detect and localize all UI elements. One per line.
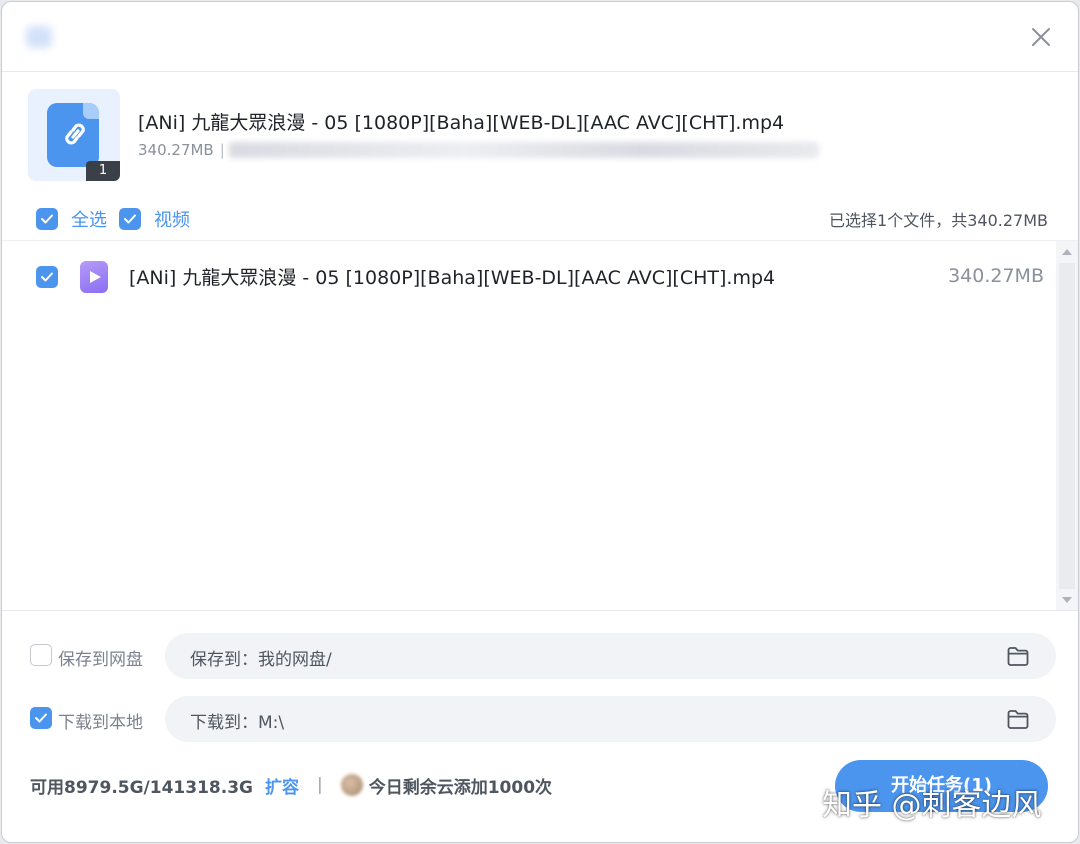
task-title: [ANi] 九龍大眾浪漫 - 05 [1080P][Baha][WEB-DL][…: [138, 112, 785, 134]
file-checkbox[interactable]: [36, 266, 58, 288]
save-to-cloud-checkbox[interactable]: [30, 644, 52, 666]
file-count-badge: 1: [86, 161, 120, 181]
task-meta: 340.27MB |: [138, 141, 819, 159]
local-path-field[interactable]: 下载到：M:\: [165, 696, 1056, 742]
download-local-row: 下载到本地 下载到：M:\: [30, 696, 1056, 742]
scroll-down-arrow-icon[interactable]: [1062, 597, 1072, 603]
save-to-cloud-row: 保存到网盘 保存到：我的网盘/: [30, 633, 1056, 679]
app-logo-icon: [26, 26, 52, 48]
local-path-text: 下载到：M:\: [190, 713, 285, 733]
select-all-checkbox[interactable]: [36, 208, 58, 230]
quota-status: 可用8979.5G/141318.3G 扩容 | 今日剩余云添加1000次: [30, 771, 552, 799]
coin-icon: [340, 774, 363, 796]
scroll-thumb[interactable]: [1059, 263, 1075, 589]
file-list: [ANi] 九龍大眾浪漫 - 05 [1080P][Baha][WEB-DL][…: [2, 240, 1078, 611]
start-task-button[interactable]: 开始任务(1): [835, 760, 1048, 812]
video-filter-checkbox[interactable]: [119, 208, 141, 230]
status-divider: |: [316, 775, 323, 795]
save-to-cloud-label[interactable]: 保存到网盘: [58, 645, 143, 670]
file-name: [ANi] 九龍大眾浪漫 - 05 [1080P][Baha][WEB-DL][…: [129, 267, 776, 289]
scroll-up-arrow-icon[interactable]: [1062, 249, 1072, 255]
cloud-path-field[interactable]: 保存到：我的网盘/: [165, 633, 1056, 679]
source-link-redacted: [228, 142, 819, 158]
video-file-icon: [80, 261, 108, 293]
close-icon[interactable]: [1028, 24, 1054, 50]
filter-row: 全选 视频 已选择1个文件，共340.27MB: [36, 206, 1048, 232]
cloud-path-text: 保存到：我的网盘/: [190, 650, 332, 670]
file-size: 340.27MB: [948, 265, 1044, 287]
task-size: 340.27MB: [138, 141, 214, 159]
expand-storage-link[interactable]: 扩容: [265, 773, 299, 798]
selection-summary: 已选择1个文件，共340.27MB: [829, 211, 1048, 230]
save-options-panel: 保存到网盘 保存到：我的网盘/ 下载到本地 下载到：M:\ 可用8979.5G/…: [2, 610, 1078, 842]
link-file-icon: 1: [28, 89, 120, 181]
meta-separator: |: [219, 141, 225, 159]
daily-cloud-quota: 今日剩余云添加1000次: [368, 777, 553, 798]
window-title: [26, 24, 60, 50]
folder-icon[interactable]: [1006, 645, 1030, 667]
select-all-label[interactable]: 全选: [71, 206, 107, 232]
title-bar: [2, 2, 1078, 72]
download-dialog: 1 [ANi] 九龍大眾浪漫 - 05 [1080P][Baha][WEB-DL…: [1, 1, 1079, 843]
folder-icon[interactable]: [1006, 708, 1030, 730]
storage-quota: 可用8979.5G/141318.3G: [30, 777, 253, 798]
download-local-label[interactable]: 下载到本地: [58, 708, 143, 733]
video-filter-label[interactable]: 视频: [154, 206, 190, 232]
file-row[interactable]: [ANi] 九龍大眾浪漫 - 05 [1080P][Baha][WEB-DL][…: [2, 241, 1056, 313]
list-scrollbar[interactable]: [1056, 241, 1078, 611]
download-local-checkbox[interactable]: [30, 707, 52, 729]
